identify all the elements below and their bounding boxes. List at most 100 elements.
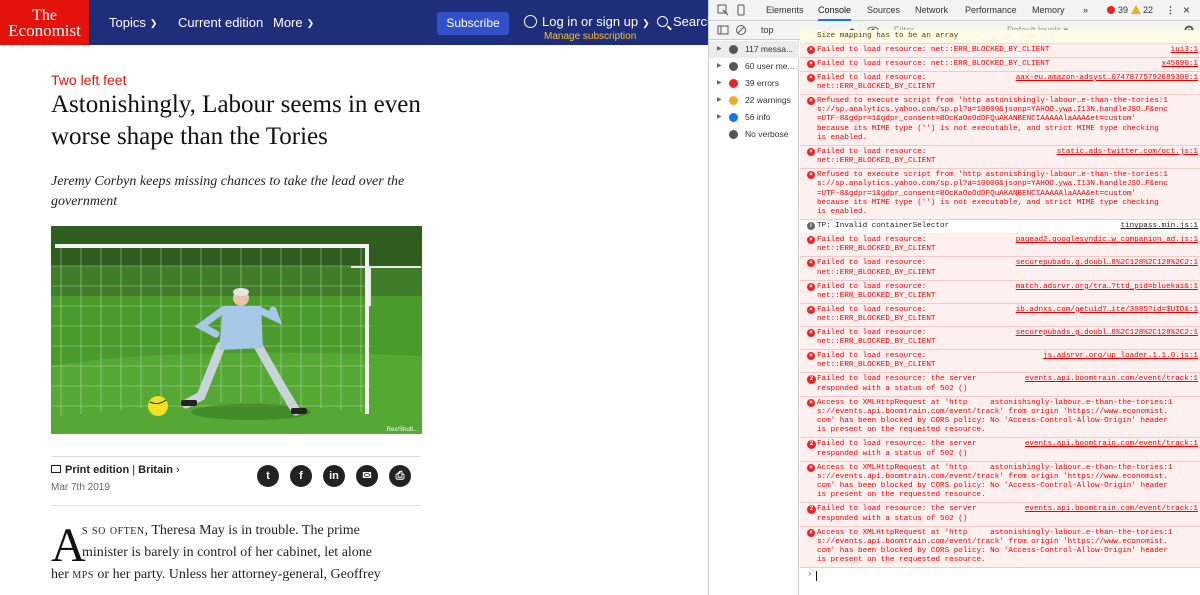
facebook-icon[interactable]: f	[290, 465, 312, 487]
inspect-element-icon[interactable]	[717, 4, 729, 16]
logo-line-2: Economist	[8, 21, 81, 40]
error-icon	[1107, 6, 1115, 14]
message-text: Failed to load resource: the server respo…	[817, 440, 977, 459]
print-icon[interactable]: ⎙	[389, 465, 411, 487]
error-icon	[729, 79, 738, 88]
device-toolbar-icon[interactable]	[735, 4, 747, 16]
site-header: The Economist Topics ❯ Current edition Mo…	[0, 0, 708, 45]
login-link[interactable]: Log in or sign up ❯	[524, 14, 650, 29]
message-line: is enabled.	[817, 208, 868, 217]
message-line: s://sp.analytics.yahoo.com/sp.pl?a=10000…	[817, 180, 1168, 189]
console-message: × Refused to execute script from 'http as…	[800, 169, 1200, 221]
source-link[interactable]: securepubads.g.doubl…8%2C128%2C128%2C2:1	[1016, 259, 1198, 268]
source-link[interactable]: static.ads-twitter.com/oct.js:1	[1057, 148, 1198, 157]
source-link[interactable]: events.api.boomtrain.com/event/track:1	[1025, 440, 1198, 449]
message-text: Failed to load resource: net::ERR_BLOCKE…	[817, 60, 1049, 69]
sidebar-item-user[interactable]: ▶ 60 user me...	[709, 58, 799, 75]
console-message: 2 Failed to load resource: the server resp…	[800, 438, 1200, 462]
tab-network[interactable]: Network	[915, 0, 948, 21]
linkedin-icon[interactable]: in	[323, 465, 345, 487]
sidebar-item-label: No verbose	[745, 129, 789, 139]
source-link[interactable]: tinypass.min.js:1	[1121, 222, 1198, 231]
source-link[interactable]: ib.adnxs.com/getuid?…ite/3085?id=$UID&:1	[1016, 306, 1198, 315]
message-line: Failed to load resource:	[817, 259, 927, 268]
football-goal-photo: Rex/Shutt...	[51, 226, 422, 434]
economist-logo[interactable]: The Economist	[0, 0, 89, 45]
user-icon	[524, 15, 537, 28]
manage-subscription-link[interactable]: Manage subscription	[544, 31, 636, 42]
message-text: Failed to load resource: net::ERR_BLOCKED…	[817, 236, 935, 255]
article-photo: Rex/Shutt...	[51, 226, 422, 434]
message-line: s://events.api.boomtrain.com/event/track…	[817, 407, 1168, 416]
message-line: net::ERR_BLOCKED_BY_CLIENT	[817, 361, 936, 370]
tab-memory[interactable]: Memory	[1032, 0, 1065, 21]
error-count[interactable]: 39	[1118, 0, 1128, 21]
tab-elements[interactable]: Elements	[766, 0, 804, 21]
console-message: × Failed to load resource: net::ERR_BLOCKE…	[800, 234, 1200, 258]
sidebar-item-label: 22 warnings	[745, 95, 791, 105]
sidebar-item-error[interactable]: ▶ 39 errors	[709, 75, 799, 92]
nav-current-edition[interactable]: Current edition	[178, 0, 263, 45]
message-line: Failed to load resource:	[817, 236, 927, 245]
close-icon[interactable]: ×	[1183, 0, 1190, 21]
sidebar-toggle-icon[interactable]	[717, 24, 729, 36]
message-text: Failed to load resource: net::ERR_BLOCKED…	[817, 74, 935, 93]
message-line: =UTF-8&gdpr=1&gdpr_consent=BOcKaOoOdDFQu…	[817, 115, 1136, 124]
source-link[interactable]: events.api.boomtrain.com/event/track:1	[1025, 375, 1198, 384]
source-link[interactable]: iui3:1	[1171, 46, 1198, 55]
message-line: Failed to load resource: net::ERR_BLOCKE…	[817, 45, 1050, 54]
source-link[interactable]: securepubads.g.doubl…8%2C128%2C128%2C2:1	[1016, 329, 1198, 338]
tab-sources[interactable]: Sources	[867, 0, 900, 21]
twitter-icon[interactable]: t	[257, 465, 279, 487]
clear-console-icon[interactable]	[735, 24, 747, 36]
search-button[interactable]: Search	[657, 14, 708, 29]
console-input-caret[interactable]	[816, 571, 817, 582]
nav-more-label: More	[273, 15, 303, 30]
more-tabs-button[interactable]: »	[1083, 0, 1088, 21]
message-text: Failed to load resource: net::ERR_BLOCKE…	[817, 46, 1049, 55]
source-link[interactable]: x45690:1	[1162, 60, 1198, 69]
message-line: net::ERR_BLOCKED_BY_CLIENT	[817, 315, 936, 324]
subscribe-button[interactable]: Subscribe	[437, 12, 509, 35]
source-link[interactable]: aax-eu.amazon-adsyst…07478775792689300:1	[1016, 74, 1198, 83]
sidebar-item-info[interactable]: ▶ 56 info	[709, 109, 799, 126]
body-smallcaps: mps	[72, 567, 94, 582]
message-text: Access to XMLHttpRequest at 'http astoni…	[817, 464, 1172, 501]
message-line: Failed to load resource:	[817, 282, 927, 291]
print-edition-link[interactable]: Print edition | Britain ›	[51, 464, 180, 476]
article-date: Mar 7th 2019	[51, 482, 110, 493]
body-smallcaps: s so often	[82, 523, 145, 538]
devtools-tab-bar: » 39 22 ⋮ × Elements Console Sources Networ…	[709, 0, 1200, 21]
edition-separator: |	[129, 464, 139, 476]
source-link[interactable]: js.adsrvr.org/up_loader.1.1.0.js:1	[1043, 352, 1198, 361]
expand-arrow-icon: ▶	[717, 63, 722, 69]
tab-performance[interactable]: Performance	[965, 0, 1017, 21]
chevron-down-icon: ❯	[306, 18, 315, 28]
sidebar-item-label: 60 user me...	[745, 61, 795, 71]
sidebar-item-warning[interactable]: ▶ 22 warnings	[709, 92, 799, 109]
email-icon[interactable]: ✉	[356, 465, 378, 487]
info-icon: i	[807, 222, 815, 231]
message-line: is present on the requested resource.	[817, 491, 986, 500]
error-icon: ×	[807, 59, 815, 68]
source-link[interactable]: pagead2.googlesyndic…w_companion_ad.js:1	[1016, 236, 1198, 245]
user-icon	[729, 62, 738, 71]
message-text: Access to XMLHttpRequest at 'http astoni…	[817, 399, 1172, 436]
nav-topics[interactable]: Topics ❯	[109, 0, 157, 45]
source-link[interactable]: match.adsrvr.org/tra…?ttd_pid=bluekai&:1	[1016, 283, 1198, 292]
error-icon: ×	[807, 236, 815, 245]
login-label: Log in or sign up	[542, 14, 639, 29]
message-line: com' has been blocked by CORS policy: No…	[817, 482, 1168, 491]
chevron-right-icon: ›	[173, 464, 180, 476]
source-link[interactable]: events.api.boomtrain.com/event/track:1	[1025, 505, 1198, 514]
sidebar-item-list[interactable]: ▶ 117 messa...	[709, 41, 799, 58]
kebab-menu-icon[interactable]: ⋮	[1166, 0, 1175, 21]
console-message: × Access to XMLHttpRequest at 'http aston…	[800, 526, 1200, 569]
console-prompt[interactable]: ›	[807, 570, 812, 580]
warning-count[interactable]: 22	[1143, 0, 1153, 21]
sidebar-item-label: 56 info	[745, 112, 771, 122]
nav-more[interactable]: More ❯	[273, 0, 314, 45]
sidebar-item-bug[interactable]: No verbose	[709, 126, 799, 143]
economist-page: The Economist Topics ❯ Current edition Mo…	[0, 0, 708, 595]
tab-console[interactable]: Console	[818, 0, 852, 21]
